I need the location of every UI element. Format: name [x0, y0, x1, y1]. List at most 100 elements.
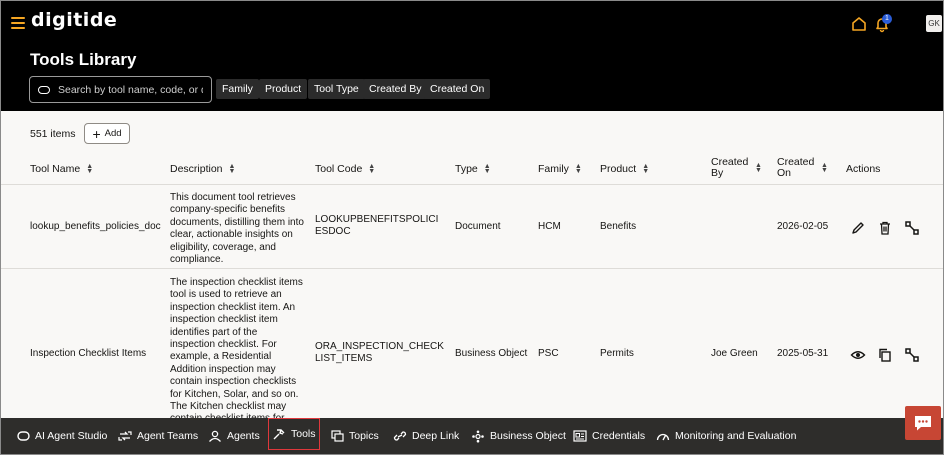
agent-teams-icon — [118, 431, 132, 441]
nav-credentials[interactable]: Credentials — [570, 425, 648, 447]
cell-product: Permits — [600, 348, 634, 359]
column-header-family[interactable]: Family ▲ ▼ — [538, 163, 582, 175]
app-window: digitide 1 GK Tools Library Family Produ… — [0, 0, 944, 455]
cell-type: Business Object — [455, 348, 528, 359]
plus-icon: + — [92, 125, 101, 142]
divider — [1, 184, 943, 185]
cell-family: PSC — [538, 348, 559, 359]
column-header-created-on[interactable]: Created On ▲ ▼ — [777, 157, 828, 179]
filter-created-by[interactable]: Created By — [363, 79, 428, 99]
business-object-icon — [472, 430, 484, 442]
cell-family: HCM — [538, 221, 561, 232]
column-header-description[interactable]: Description ▲ ▼ — [170, 163, 235, 175]
column-header-actions: Actions — [846, 163, 880, 175]
search-input[interactable] — [58, 83, 203, 96]
cell-created-on: 2026-02-05 — [777, 221, 829, 232]
filter-tool-type[interactable]: Tool Type — [308, 79, 365, 99]
cell-description: The inspection checklist items tool is u… — [170, 277, 303, 418]
item-count: 551 items — [30, 128, 76, 140]
link-icon — [393, 431, 407, 441]
column-header-product[interactable]: Product ▲ ▼ — [600, 163, 649, 175]
cell-tool-code: LOOKUPBENEFITSPOLICIESDOC — [315, 214, 439, 238]
cell-type: Document — [455, 221, 501, 232]
nav-business-object[interactable]: Business Object — [468, 425, 569, 447]
tools-table-panel: 551 items + Add Tool Name ▲ ▼ Description… — [1, 111, 943, 418]
nav-label: Business Object — [490, 430, 566, 442]
hamburger-menu-icon[interactable] — [11, 17, 25, 29]
delete-icon[interactable] — [877, 220, 893, 236]
cell-description: This document tool retrieves company-spe… — [170, 192, 304, 266]
cell-created-by: Joe Green — [711, 348, 758, 359]
column-header-created-by[interactable]: Created By ▲ ▼ — [711, 157, 762, 179]
sort-icon[interactable]: ▲ ▼ — [755, 162, 762, 174]
tools-icon — [273, 428, 285, 439]
home-icon[interactable] — [850, 15, 868, 33]
sort-icon[interactable]: ▲ ▼ — [86, 163, 93, 175]
filter-created-on[interactable]: Created On — [424, 79, 491, 99]
copy-icon[interactable] — [877, 347, 893, 363]
nav-topics[interactable]: Topics — [328, 425, 382, 447]
credentials-icon — [573, 430, 587, 442]
sort-icon[interactable]: ▲ ▼ — [229, 163, 236, 175]
nav-agents[interactable]: Agents — [205, 425, 263, 447]
column-header-tool-code[interactable]: Tool Code ▲ ▼ — [315, 163, 375, 175]
column-label: Product — [600, 163, 637, 175]
nav-label: Deep Link — [412, 430, 460, 442]
column-label: Tool Name — [30, 163, 81, 175]
cell-created-on: 2025-05-31 — [777, 348, 829, 359]
add-tool-button[interactable]: + Add — [84, 123, 130, 144]
column-label: Tool Code — [315, 163, 363, 175]
monitoring-icon — [656, 433, 670, 441]
sort-icon[interactable]: ▲ ▼ — [642, 163, 649, 175]
sort-icon[interactable]: ▲ ▼ — [484, 163, 491, 175]
search-icon — [38, 85, 50, 94]
sort-icon[interactable]: ▲ ▼ — [821, 162, 828, 174]
nav-label: Agent Teams — [137, 430, 199, 442]
column-label: Actions — [846, 163, 881, 175]
filter-family[interactable]: Family — [216, 79, 259, 99]
view-icon[interactable] — [850, 347, 866, 363]
page-title: Tools Library — [30, 50, 137, 69]
sort-icon[interactable]: ▲ ▼ — [575, 163, 582, 175]
search-field[interactable] — [29, 76, 212, 103]
app-logo: digitide — [31, 9, 118, 31]
topics-icon — [331, 430, 344, 442]
bottom-navigation: AI Agent Studio Agent Teams Agents Tools… — [1, 418, 943, 454]
add-button-label: Add — [104, 128, 122, 139]
filter-product[interactable]: Product — [259, 79, 308, 99]
cell-tool-code: ORA_INSPECTION_CHECKLIST_ITEMS — [315, 341, 444, 365]
column-label: Family — [538, 163, 569, 175]
notification-badge: 1 — [882, 14, 892, 24]
agent-studio-icon — [17, 431, 30, 441]
cell-product: Benefits — [600, 221, 637, 232]
nav-label: AI Agent Studio — [35, 430, 108, 442]
nav-ai-agent-studio[interactable]: AI Agent Studio — [14, 425, 110, 447]
column-label: Type — [455, 163, 478, 175]
nav-label: Credentials — [592, 430, 646, 442]
nav-deep-link[interactable]: Deep Link — [390, 425, 462, 447]
nav-agent-teams[interactable]: Agent Teams — [115, 425, 201, 447]
nav-label: Topics — [349, 430, 379, 442]
nav-label: Agents — [227, 430, 260, 442]
chat-button[interactable] — [905, 406, 941, 440]
column-label: Created On — [777, 156, 815, 179]
edit-icon[interactable] — [850, 220, 866, 236]
nav-label: Tools — [291, 428, 316, 440]
chat-icon — [915, 416, 931, 431]
cell-tool-name[interactable]: lookup_benefits_policies_doc — [30, 221, 161, 233]
nav-tools[interactable]: Tools — [268, 418, 320, 450]
sort-icon[interactable]: ▲ ▼ — [368, 163, 375, 175]
nav-monitoring-evaluation[interactable]: Monitoring and Evaluation — [653, 425, 799, 447]
column-label: Description — [170, 163, 223, 175]
column-label: Created By — [711, 156, 749, 179]
agents-icon — [209, 430, 221, 442]
cell-tool-name[interactable]: Inspection Checklist Items — [30, 348, 146, 360]
column-header-type[interactable]: Type ▲ ▼ — [455, 163, 491, 175]
divider — [1, 268, 943, 269]
duplicate-icon[interactable] — [904, 220, 920, 236]
nav-label: Monitoring and Evaluation — [675, 430, 797, 442]
header: digitide 1 GK Tools Library Family Produ… — [1, 1, 943, 111]
column-header-tool-name[interactable]: Tool Name ▲ ▼ — [30, 163, 93, 175]
user-avatar[interactable]: GK — [926, 15, 942, 32]
duplicate-icon[interactable] — [904, 347, 920, 363]
